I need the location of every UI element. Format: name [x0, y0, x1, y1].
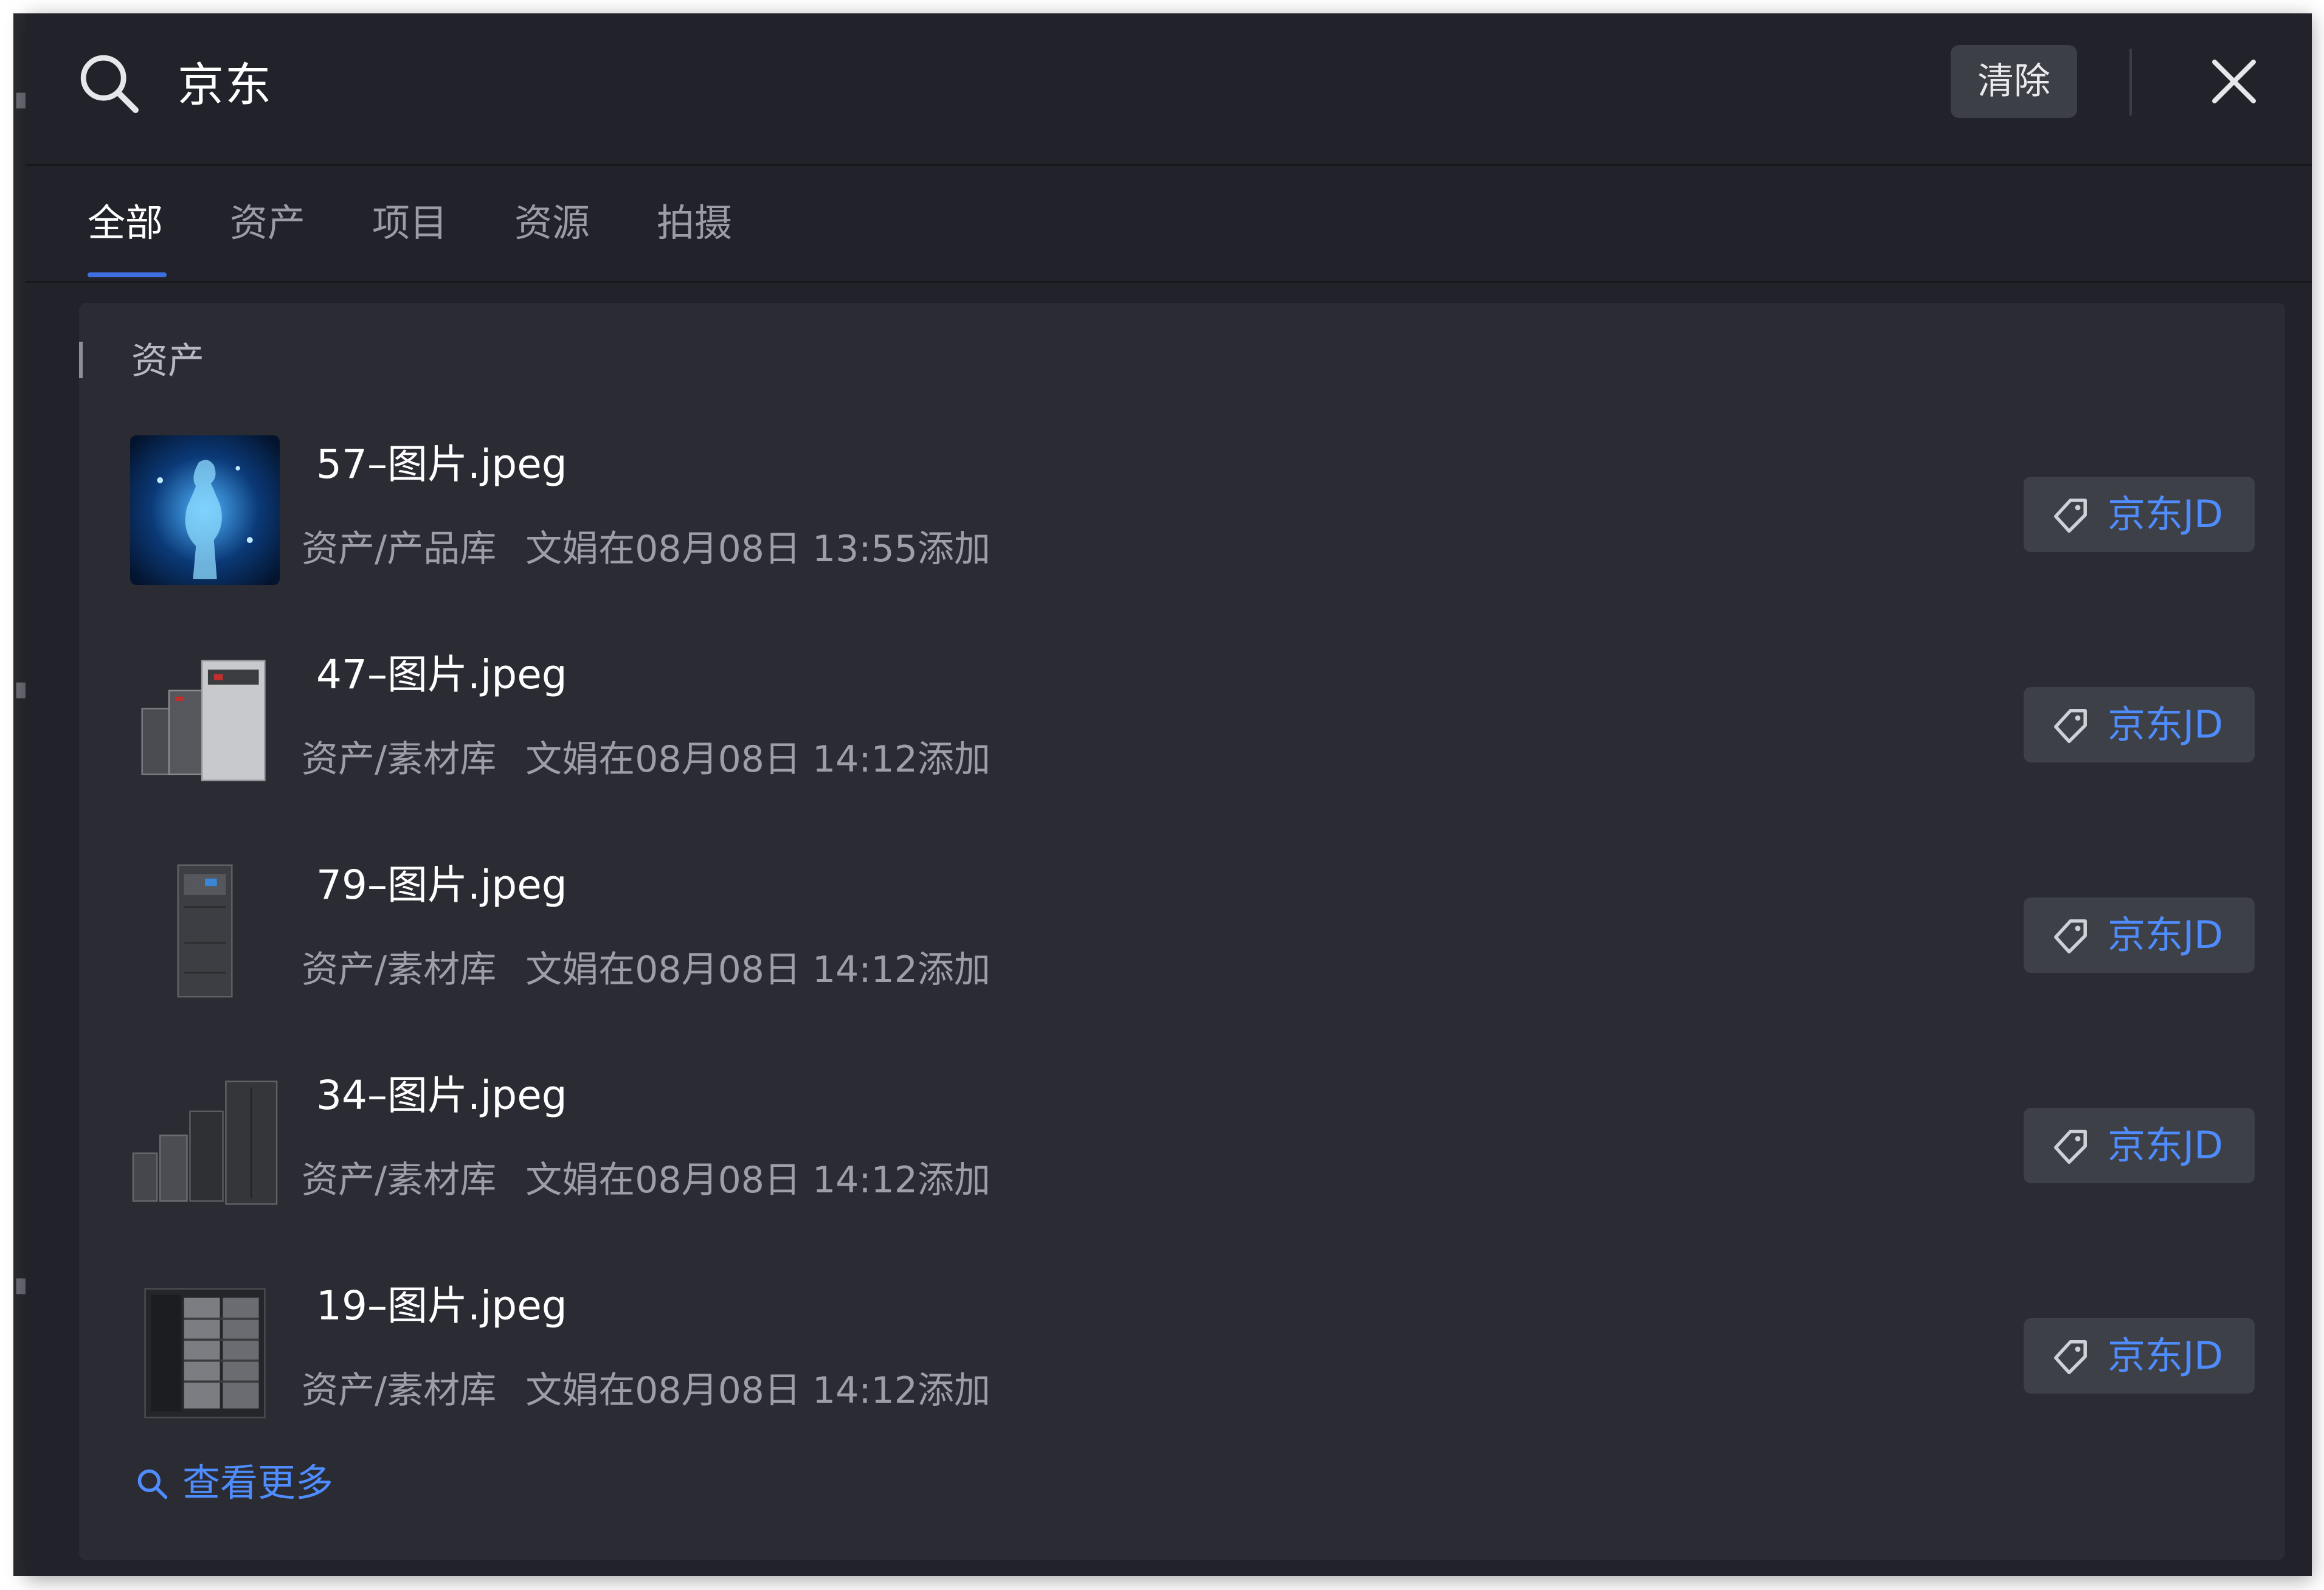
file-meta: 资产/素材库 文娟在08月08日 14:12添加: [302, 1153, 991, 1208]
file-meta: 资产/素材库 文娟在08月08日 14:12添加: [302, 732, 991, 787]
tag-icon: [2054, 919, 2087, 954]
search-bar: 京东 清除: [26, 13, 2312, 166]
tab-resources[interactable]: 资源: [514, 196, 590, 251]
search-panel: 京东 清除 全部 资产 项目 资源 拍摄 资产 57–图片.jpeg 资产/产品…: [26, 13, 2312, 1576]
tag-label: 京东JD: [2108, 1123, 2224, 1167]
thumbnail-image: [130, 1066, 280, 1216]
see-more-label: 查看更多: [182, 1460, 334, 1505]
file-path: 资产/素材库: [302, 738, 497, 781]
active-tab-indicator: [88, 272, 167, 277]
search-icon: [80, 55, 139, 113]
result-row[interactable]: 34–图片.jpeg 资产/素材库 文娟在08月08日 14:12添加 京东JD: [79, 1047, 2285, 1257]
tag-chip[interactable]: 京东JD: [2024, 1318, 2255, 1394]
file-path: 资产/产品库: [302, 528, 497, 570]
file-path: 资产/素材库: [302, 1369, 497, 1412]
file-meta: 资产/素材库 文娟在08月08日 14:12添加: [302, 1363, 991, 1418]
tag-label: 京东JD: [2108, 913, 2224, 957]
tag-icon: [2054, 1340, 2087, 1375]
file-path: 资产/素材库: [302, 1159, 497, 1201]
result-row[interactable]: 79–图片.jpeg 资产/素材库 文娟在08月08日 14:12添加 京东JD: [79, 837, 2285, 1047]
file-added-info: 文娟在08月08日 13:55添加: [525, 528, 991, 570]
file-added-info: 文娟在08月08日 14:12添加: [525, 1159, 991, 1201]
search-input[interactable]: 京东: [178, 55, 272, 116]
tag-icon: [2054, 709, 2087, 744]
result-tabs: 全部 资产 项目 资源 拍摄: [26, 165, 2312, 283]
result-row[interactable]: 57–图片.jpeg 资产/产品库 文娟在08月08日 13:55添加 京东JD: [79, 416, 2285, 626]
tag-label: 京东JD: [2108, 492, 2224, 536]
result-row[interactable]: 19–图片.jpeg 资产/素材库 文娟在08月08日 14:12添加 京东JD: [79, 1257, 2285, 1468]
search-icon: [137, 1469, 168, 1499]
tag-chip[interactable]: 京东JD: [2024, 687, 2255, 762]
file-name[interactable]: 79–图片.jpeg: [316, 855, 567, 916]
tag-label: 京东JD: [2108, 702, 2224, 747]
clear-button[interactable]: 清除: [1951, 45, 2077, 118]
tag-icon: [2054, 499, 2087, 533]
tag-chip[interactable]: 京东JD: [2024, 1108, 2255, 1183]
file-added-info: 文娟在08月08日 14:12添加: [525, 949, 991, 991]
file-name[interactable]: 47–图片.jpeg: [316, 645, 567, 705]
tab-shooting[interactable]: 拍摄: [657, 196, 732, 251]
thumbnail-image: [130, 435, 280, 585]
tag-icon: [2054, 1130, 2087, 1164]
tag-chip[interactable]: 京东JD: [2024, 477, 2255, 552]
tab-projects[interactable]: 项目: [372, 196, 448, 251]
tag-chip[interactable]: 京东JD: [2024, 897, 2255, 973]
results-card: 资产 57–图片.jpeg 资产/产品库 文娟在08月08日 13:55添加 京…: [79, 303, 2285, 1560]
file-name[interactable]: 57–图片.jpeg: [316, 434, 567, 495]
file-name[interactable]: 34–图片.jpeg: [316, 1065, 567, 1126]
result-row[interactable]: 47–图片.jpeg 资产/素材库 文娟在08月08日 14:12添加 京东JD: [79, 626, 2285, 837]
file-added-info: 文娟在08月08日 14:12添加: [525, 1369, 991, 1412]
thumbnail-image: [130, 1277, 280, 1426]
file-name[interactable]: 19–图片.jpeg: [316, 1276, 567, 1336]
tab-assets[interactable]: 资产: [230, 196, 305, 251]
tab-all[interactable]: 全部: [88, 196, 163, 251]
section-marker: [79, 342, 83, 378]
file-path: 资产/素材库: [302, 949, 497, 991]
file-meta: 资产/产品库 文娟在08月08日 13:55添加: [302, 522, 991, 576]
file-added-info: 文娟在08月08日 14:12添加: [525, 738, 991, 781]
file-meta: 资产/素材库 文娟在08月08日 14:12添加: [302, 942, 991, 997]
tag-label: 京东JD: [2108, 1333, 2224, 1378]
section-title: 资产: [131, 340, 204, 382]
close-icon[interactable]: [2204, 51, 2264, 112]
thumbnail-image: [130, 646, 280, 795]
thumbnail-image: [130, 856, 280, 1006]
header-divider: [2129, 49, 2132, 116]
